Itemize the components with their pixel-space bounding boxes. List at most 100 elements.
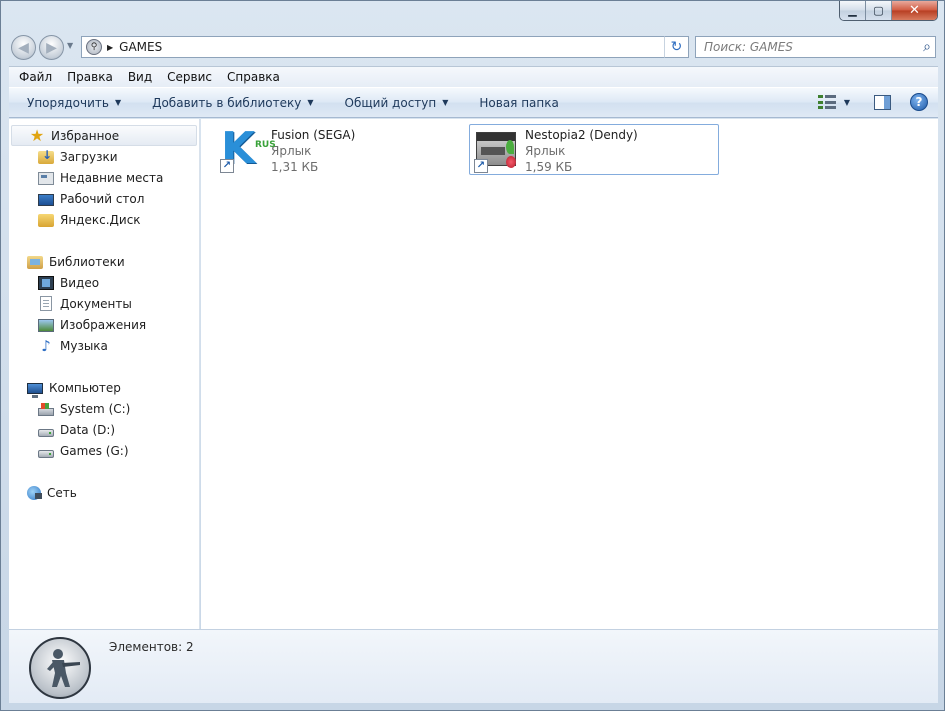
star-icon: ★ <box>29 125 45 145</box>
new-folder-button[interactable]: Новая папка <box>479 96 558 110</box>
add-to-library-label: Добавить в библиотеку <box>152 95 302 110</box>
nav-images-label: Изображения <box>60 317 147 332</box>
close-button[interactable]: ✕ <box>892 1 937 20</box>
view-controls: ▼ ? <box>817 93 928 111</box>
nav-downloads-label: Загрузки <box>60 149 118 164</box>
navigation-pane: ★ Избранное Загрузки Недавние места Рабо… <box>9 119 200 629</box>
nav-computer[interactable]: Компьютер <box>9 377 199 398</box>
refresh-icon: ↻ <box>670 39 683 55</box>
menu-file[interactable]: Файл <box>19 70 52 84</box>
nav-libraries-label: Библиотеки <box>49 254 125 269</box>
nav-drive-d-label: Data (D:) <box>60 422 116 437</box>
breadcrumb-separator-icon[interactable]: ▶ <box>107 43 113 52</box>
nav-yandex-disk[interactable]: Яндекс.Диск <box>9 209 199 230</box>
nav-favorites-label: Избранное <box>51 128 120 143</box>
share-label: Общий доступ <box>344 95 437 110</box>
back-arrow-icon: ◀ <box>18 39 29 56</box>
nav-libraries[interactable]: Библиотеки <box>9 251 199 272</box>
file-size: 1,59 КБ <box>525 160 573 174</box>
nav-network-label: Сеть <box>47 485 77 500</box>
address-row: ◀ ▶ ▼ ⚲ ▶ GAMES ▼ ↻ ⌕ <box>9 34 936 60</box>
computer-icon <box>27 382 43 398</box>
minimize-button[interactable]: ▁ <box>840 1 866 20</box>
organize-button[interactable]: Упорядочить ▼ <box>27 96 121 110</box>
back-button[interactable]: ◀ <box>11 35 36 60</box>
file-type: Ярлык <box>271 144 312 158</box>
help-icon[interactable]: ? <box>910 93 928 111</box>
menu-tools[interactable]: Сервис <box>167 70 212 84</box>
nav-video-label: Видео <box>60 275 100 290</box>
file-list: K RUS ↗ Fusion (SEGA) Ярлык 1,31 КБ ↗ Ne… <box>201 119 938 629</box>
menu-help[interactable]: Справка <box>227 70 280 84</box>
chevron-down-icon: ▼ <box>442 98 449 107</box>
maximize-button[interactable]: ▢ <box>866 1 892 20</box>
forward-button[interactable]: ▶ <box>39 35 64 60</box>
change-view-icon[interactable] <box>817 94 836 110</box>
organize-label: Упорядочить <box>27 95 109 110</box>
command-bar: Упорядочить ▼ Добавить в библиотеку ▼ Об… <box>9 87 938 118</box>
nav-video[interactable]: Видео <box>9 272 199 293</box>
nav-computer-label: Компьютер <box>49 380 121 395</box>
caption-buttons: ▁ ▢ ✕ <box>839 1 938 21</box>
file-size: 1,31 КБ <box>271 160 319 174</box>
nav-drive-c[interactable]: System (C:) <box>9 398 199 419</box>
menu-edit[interactable]: Правка <box>67 70 113 84</box>
new-folder-label: Новая папка <box>479 95 559 110</box>
file-type: Ярлык <box>525 144 566 158</box>
documents-library-icon <box>40 296 52 311</box>
chevron-down-icon: ▼ <box>114 98 122 107</box>
location-icon: ⚲ <box>86 39 102 55</box>
nav-yandex-disk-label: Яндекс.Диск <box>60 212 141 227</box>
share-button[interactable]: Общий доступ ▼ <box>345 96 449 110</box>
nav-images[interactable]: Изображения <box>9 314 199 335</box>
nes-console-icon: ↗ <box>473 126 521 174</box>
explorer-window: ▁ ▢ ✕ ◀ ▶ ▼ ⚲ ▶ GAMES ▼ ↻ ⌕ Файл Правка … <box>0 0 945 711</box>
video-library-icon <box>38 276 54 290</box>
menu-view[interactable]: Вид <box>128 70 152 84</box>
preview-pane-icon[interactable] <box>874 94 891 110</box>
music-library-icon: ♪ <box>41 336 51 355</box>
file-info: Nestopia2 (Dendy) Ярлык 1,59 КБ <box>525 125 638 175</box>
nav-downloads[interactable]: Загрузки <box>9 146 199 167</box>
system-drive-icon <box>38 402 54 416</box>
file-item-nestopia[interactable]: ↗ Nestopia2 (Dendy) Ярлык 1,59 КБ <box>469 124 719 175</box>
network-icon <box>27 485 42 500</box>
pictures-library-icon <box>38 319 54 332</box>
search-input[interactable] <box>696 40 906 54</box>
file-name: Fusion (SEGA) <box>271 128 356 142</box>
chevron-down-icon: ▼ <box>307 98 314 107</box>
shortcut-arrow-icon: ↗ <box>220 159 234 173</box>
forward-arrow-icon: ▶ <box>46 39 57 56</box>
shortcut-arrow-icon: ↗ <box>474 159 488 173</box>
nav-favorites[interactable]: ★ Избранное <box>11 125 197 146</box>
nav-drive-g[interactable]: Games (G:) <box>9 440 199 461</box>
libraries-group: Библиотеки Видео Документы Изображения ♪… <box>9 251 199 356</box>
nav-music[interactable]: ♪ Музыка <box>9 335 199 356</box>
network-group: Сеть <box>9 482 199 503</box>
refresh-button[interactable]: ↻ <box>664 36 689 58</box>
nav-network[interactable]: Сеть <box>9 482 199 503</box>
nav-documents[interactable]: Документы <box>9 293 199 314</box>
breadcrumb-games[interactable]: GAMES <box>119 40 162 54</box>
desktop-icon <box>38 193 54 206</box>
add-to-library-button[interactable]: Добавить в библиотеку ▼ <box>152 96 313 110</box>
file-item-fusion[interactable]: K RUS ↗ Fusion (SEGA) Ярлык 1,31 КБ <box>215 124 465 175</box>
details-pane: Элементов: 2 <box>9 629 938 703</box>
nav-documents-label: Документы <box>60 296 132 311</box>
yandex-disk-folder-icon <box>38 214 54 227</box>
search-box[interactable]: ⌕ <box>695 36 936 58</box>
hard-drive-icon <box>38 428 54 437</box>
nav-recent-places[interactable]: Недавние места <box>9 167 199 188</box>
favorites-group: ★ Избранное Загрузки Недавние места Рабо… <box>9 125 199 230</box>
recent-pages-dropdown[interactable]: ▼ <box>67 41 73 50</box>
address-bar[interactable]: ⚲ ▶ GAMES ▼ <box>81 36 689 58</box>
recent-places-icon <box>38 172 54 185</box>
search-icon[interactable]: ⌕ <box>923 39 931 55</box>
nav-desktop-label: Рабочий стол <box>60 191 145 206</box>
view-options-dropdown[interactable]: ▼ <box>844 98 850 107</box>
libraries-icon <box>27 256 43 269</box>
kega-fusion-icon: K RUS ↗ <box>219 126 276 174</box>
soldier-silhouette-icon <box>47 649 80 687</box>
nav-desktop[interactable]: Рабочий стол <box>9 188 199 209</box>
nav-drive-d[interactable]: Data (D:) <box>9 419 199 440</box>
